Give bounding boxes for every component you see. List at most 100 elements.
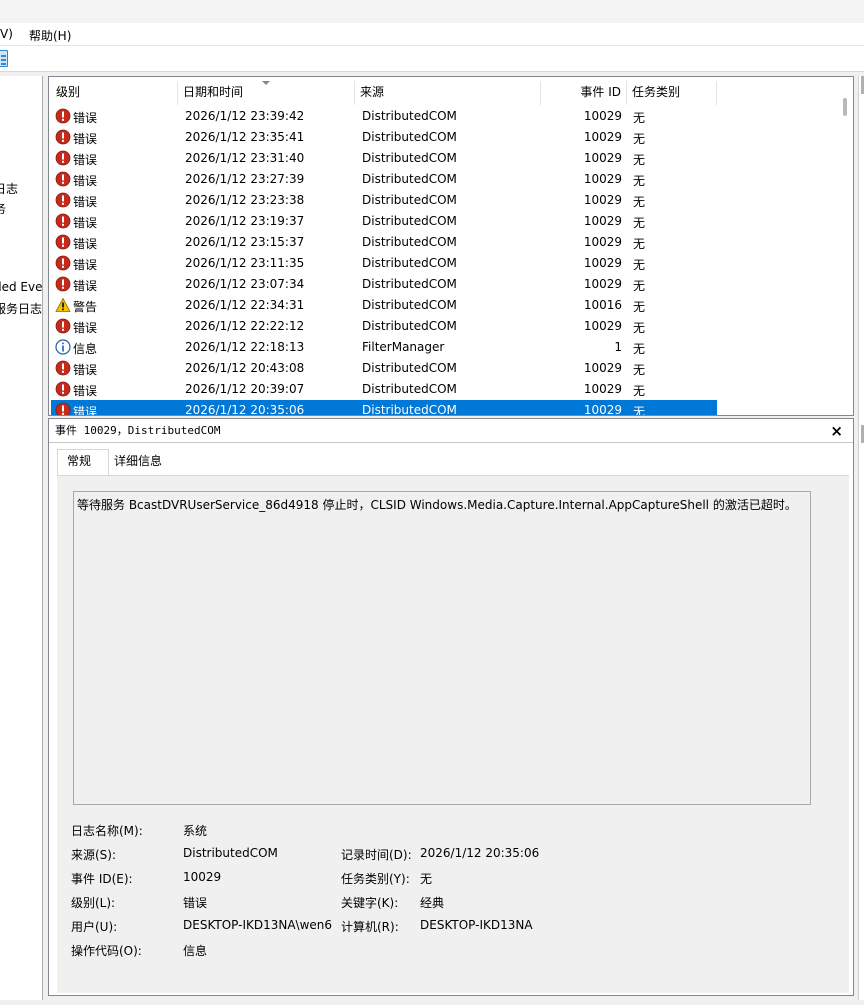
tree-item[interactable]: 日志 xyxy=(0,180,18,197)
level-label: 级别(L): xyxy=(71,896,116,910)
table-row[interactable]: 错误 2026/1/12 23:15:37 DistributedCOM 10029 无 xyxy=(51,232,717,253)
tree-item[interactable]: 服务日志 xyxy=(0,300,42,317)
opcode-label: 操作代码(O): xyxy=(71,944,142,958)
column-header-level[interactable]: 级别 xyxy=(51,81,178,105)
category-cell: 无 xyxy=(633,405,646,416)
date-cell: 2026/1/12 23:07:34 xyxy=(185,277,305,291)
date-cell: 2026/1/12 22:22:12 xyxy=(185,319,305,333)
opcode-value[interactable]: 信息 xyxy=(183,942,207,959)
table-row[interactable]: 错误 2026/1/12 23:07:34 DistributedCOM 10029 无 xyxy=(51,274,717,295)
source-cell: DistributedCOM xyxy=(362,277,457,291)
scroll-thumb[interactable] xyxy=(843,98,847,116)
event-id-value[interactable]: 10029 xyxy=(183,870,221,884)
event-id-cell: 10029 xyxy=(583,214,622,228)
navigation-tree: 日志 务 ded Eve 服务日志 xyxy=(0,76,43,1000)
error-icon xyxy=(55,360,71,376)
tree-item[interactable]: 务 xyxy=(0,200,6,217)
task-category-value[interactable]: 无 xyxy=(420,870,432,887)
table-row[interactable]: 错误 2026/1/12 23:11:35 DistributedCOM 10029 无 xyxy=(51,253,717,274)
category-cell: 无 xyxy=(633,300,646,314)
event-id-cell: 10029 xyxy=(583,193,622,207)
event-id-cell: 10029 xyxy=(583,256,622,270)
event-description[interactable]: 等待服务 BcastDVRUserService_86d4918 停止时，CLS… xyxy=(73,491,811,805)
table-row[interactable]: 错误 2026/1/12 23:39:42 DistributedCOM 10029 无 xyxy=(51,106,717,127)
level-cell: 错误 xyxy=(73,111,98,125)
date-cell: 2026/1/12 22:18:13 xyxy=(185,340,305,354)
event-id-cell: 10029 xyxy=(583,151,622,165)
table-row[interactable]: 错误 2026/1/12 20:39:07 DistributedCOM 10029 无 xyxy=(51,379,717,400)
category-cell: 无 xyxy=(633,153,646,167)
date-cell: 2026/1/12 22:34:31 xyxy=(185,298,305,312)
source-cell: FilterManager xyxy=(362,340,445,354)
close-icon[interactable]: × xyxy=(830,421,843,441)
menu-help[interactable]: 帮助(H) xyxy=(29,27,71,44)
column-header-event-id[interactable]: 事件 ID xyxy=(541,81,627,105)
date-cell: 2026/1/12 20:35:06 xyxy=(185,403,305,416)
level-value[interactable]: 错误 xyxy=(183,894,207,911)
event-id-cell: 10029 xyxy=(583,319,622,333)
logged-value[interactable]: 2026/1/12 20:35:06 xyxy=(420,846,539,860)
computer-label: 计算机(R): xyxy=(341,920,399,934)
error-icon xyxy=(55,318,71,334)
table-row[interactable]: 信息 2026/1/12 22:18:13 FilterManager 1 无 xyxy=(51,337,717,358)
level-cell: 错误 xyxy=(73,216,98,230)
source-cell: DistributedCOM xyxy=(362,214,457,228)
warning-icon xyxy=(55,297,71,313)
tree-item[interactable]: ded Eve xyxy=(0,280,42,294)
category-cell: 无 xyxy=(633,195,646,209)
bottom-edge xyxy=(48,998,854,1005)
date-cell: 2026/1/12 23:27:39 xyxy=(185,172,305,186)
source-label: 来源(S): xyxy=(71,848,117,862)
toolbar-button[interactable] xyxy=(0,50,8,67)
event-detail-pane: 事件 10029，DistributedCOM × 常规 详细信息 等待服务 B… xyxy=(48,418,854,996)
table-row[interactable]: 错误 2026/1/12 23:19:37 DistributedCOM 10029 无 xyxy=(51,211,717,232)
source-cell: DistributedCOM xyxy=(362,319,457,333)
task-category-label: 任务类别(Y): xyxy=(341,872,410,886)
date-cell: 2026/1/12 23:35:41 xyxy=(185,130,305,144)
column-header-date[interactable]: 日期和时间 xyxy=(178,81,355,105)
column-header-source[interactable]: 来源 xyxy=(355,81,541,105)
level-cell: 错误 xyxy=(73,153,98,167)
date-cell: 2026/1/12 23:23:38 xyxy=(185,193,305,207)
category-cell: 无 xyxy=(633,132,646,146)
source-cell: DistributedCOM xyxy=(362,193,457,207)
category-cell: 无 xyxy=(633,237,646,251)
logged-label: 记录时间(D): xyxy=(341,848,412,862)
table-row[interactable]: 错误 2026/1/12 23:35:41 DistributedCOM 10029 无 xyxy=(51,127,717,148)
column-header-category[interactable]: 任务类别 xyxy=(627,81,717,105)
date-cell: 2026/1/12 23:19:37 xyxy=(185,214,305,228)
table-row[interactable]: 错误 2026/1/12 23:31:40 DistributedCOM 10029 无 xyxy=(51,148,717,169)
title-bar xyxy=(0,0,864,23)
menu-view[interactable]: V) xyxy=(0,27,13,41)
log-name-label: 日志名称(M): xyxy=(71,824,143,838)
source-cell: DistributedCOM xyxy=(362,109,457,123)
level-cell: 信息 xyxy=(73,342,98,356)
user-label: 用户(U): xyxy=(71,920,118,934)
table-row[interactable]: 错误 2026/1/12 23:23:38 DistributedCOM 10029 无 xyxy=(51,190,717,211)
event-list: 级别 日期和时间 来源 事件 ID 任务类别 错误 2026/1/12 23:39… xyxy=(48,76,854,416)
level-cell: 错误 xyxy=(73,174,98,188)
keywords-value[interactable]: 经典 xyxy=(420,894,444,911)
log-name-value[interactable]: 系统 xyxy=(183,822,207,839)
level-cell: 错误 xyxy=(73,258,98,272)
event-id-cell: 10029 xyxy=(583,109,622,123)
user-value[interactable]: DESKTOP-IKD13NA\wen6 xyxy=(183,918,333,932)
table-row[interactable]: 警告 2026/1/12 22:34:31 DistributedCOM 10016 无 xyxy=(51,295,717,316)
level-cell: 错误 xyxy=(73,405,98,416)
table-row[interactable]: 错误 2026/1/12 20:35:06 DistributedCOM 10029 无 xyxy=(51,400,717,416)
computer-value[interactable]: DESKTOP-IKD13NA xyxy=(420,918,533,932)
level-cell: 错误 xyxy=(73,195,98,209)
table-row[interactable]: 错误 2026/1/12 23:27:39 DistributedCOM 10029 无 xyxy=(51,169,717,190)
tab-details[interactable]: 详细信息 xyxy=(109,450,168,474)
keywords-label: 关键字(K): xyxy=(341,896,399,910)
vertical-scrollbar[interactable] xyxy=(839,77,853,415)
source-value[interactable]: DistributedCOM xyxy=(183,846,278,860)
table-row[interactable]: 错误 2026/1/12 22:22:12 DistributedCOM 10029 无 xyxy=(51,316,717,337)
level-cell: 警告 xyxy=(73,300,98,314)
table-row[interactable]: 错误 2026/1/12 20:43:08 DistributedCOM 10029 无 xyxy=(51,358,717,379)
error-icon xyxy=(55,213,71,229)
tab-general[interactable]: 常规 xyxy=(57,449,109,475)
category-cell: 无 xyxy=(633,363,646,377)
event-id-cell: 10016 xyxy=(583,298,622,312)
level-cell: 错误 xyxy=(73,363,98,377)
